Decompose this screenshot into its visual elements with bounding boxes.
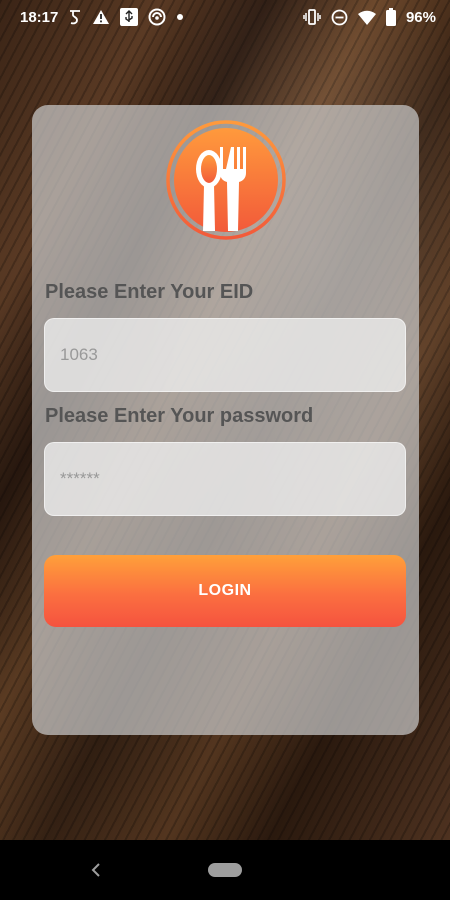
usb-icon (120, 8, 139, 26)
eid-input[interactable] (60, 345, 390, 365)
back-chevron-icon[interactable] (86, 860, 106, 880)
wifi-icon (357, 8, 376, 26)
login-card: Please Enter Your EID Please Enter Your … (32, 105, 419, 735)
password-input[interactable] (60, 469, 390, 489)
status-bar: 18:17 96% (0, 0, 450, 34)
status-time: 18:17 (20, 8, 59, 26)
navigation-bar (0, 840, 450, 900)
do-not-disturb-icon (331, 8, 348, 26)
hindi-glyph-icon (68, 8, 82, 26)
spoon-fork-icon (165, 119, 287, 241)
battery-icon (385, 8, 396, 26)
vibrate-icon (303, 8, 321, 26)
eid-field-container[interactable] (44, 318, 406, 392)
dot-icon (176, 8, 184, 26)
eid-label: Please Enter Your EID (45, 281, 254, 303)
circle-app-icon (148, 8, 166, 26)
warning-icon (92, 8, 110, 26)
password-label: Please Enter Your password (45, 405, 314, 427)
battery-percent: 96% (405, 8, 436, 26)
password-field-container[interactable] (44, 442, 406, 516)
login-button[interactable]: LOGIN (44, 555, 406, 627)
home-pill-icon[interactable] (208, 863, 242, 877)
